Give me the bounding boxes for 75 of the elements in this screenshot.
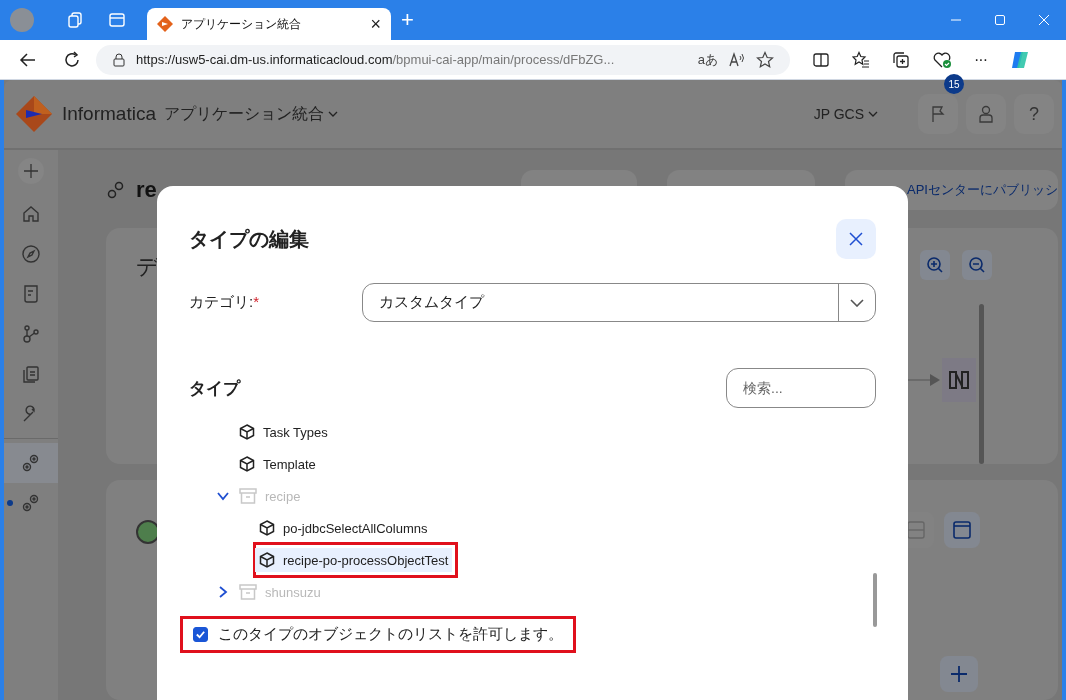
collections-icon[interactable] xyxy=(892,50,910,69)
favorite-star-icon[interactable] xyxy=(756,50,774,69)
new-tab-button[interactable]: + xyxy=(401,7,414,33)
translate-button[interactable]: aあ xyxy=(697,50,718,69)
informatica-logo-icon xyxy=(157,16,173,32)
workspaces-icon[interactable] xyxy=(66,11,84,29)
cube-icon xyxy=(239,424,255,440)
category-dropdown[interactable]: カスタムタイプ xyxy=(362,283,876,322)
address-field[interactable]: https://usw5-cai.dm-us.informaticacloud.com/bpmui-cai-app/main/process/dFbZG... aあ xyxy=(96,44,790,75)
chevron-down-icon xyxy=(328,111,338,117)
archive-box-icon xyxy=(239,487,257,505)
brand-name: Informatica xyxy=(62,103,156,125)
close-icon[interactable] xyxy=(1038,14,1050,26)
chevron-down-icon[interactable] xyxy=(217,490,229,502)
maximize-icon[interactable] xyxy=(994,14,1006,26)
start-node xyxy=(136,520,160,544)
org-switcher[interactable]: JP GCS xyxy=(813,106,878,122)
chevron-down-icon xyxy=(868,111,878,117)
read-aloud-icon[interactable] xyxy=(728,50,746,69)
type-item[interactable]: recipe-po-processObjectTest xyxy=(255,548,453,572)
product-switcher[interactable]: アプリケーション統合 xyxy=(164,103,338,125)
checkmark-icon xyxy=(195,629,206,640)
notifications-button[interactable] xyxy=(918,94,958,134)
archive-box-icon xyxy=(239,583,257,601)
graph-icon xyxy=(21,324,41,344)
sidebar-item[interactable] xyxy=(4,443,58,483)
cube-icon xyxy=(239,456,255,472)
process-title: re xyxy=(136,177,157,203)
dialog-title: タイプの編集 xyxy=(189,226,309,252)
favorites-icon[interactable] xyxy=(852,50,870,69)
document-icon xyxy=(21,284,41,304)
split-screen-icon[interactable] xyxy=(812,50,830,69)
home-icon xyxy=(21,204,41,224)
gears-icon xyxy=(21,453,41,473)
cube-icon xyxy=(259,552,275,568)
tab-actions-icon[interactable] xyxy=(108,11,126,29)
informatica-logo-icon xyxy=(16,96,52,132)
category-label: カテゴリ:* xyxy=(189,293,259,312)
tab-title: アプリケーション統合 xyxy=(181,15,302,33)
zoom-out-icon[interactable] xyxy=(962,250,992,280)
flag-icon xyxy=(930,105,946,123)
library-icon xyxy=(21,364,41,384)
more-menu-button[interactable]: ··· xyxy=(974,50,987,69)
type-label: タイプ xyxy=(189,377,240,400)
tab-close-button[interactable]: × xyxy=(370,13,381,35)
user-button[interactable] xyxy=(966,94,1006,134)
scrollbar[interactable] xyxy=(873,573,877,627)
process-node-icon xyxy=(942,358,976,402)
search-field[interactable]: 検索... xyxy=(726,368,876,408)
process-gears-icon xyxy=(106,180,126,200)
url-text: https://usw5-cai.dm-us.informaticacloud.com/bpmui-cai-app/main/process/dFbZG... xyxy=(136,52,616,67)
close-button[interactable] xyxy=(836,219,876,259)
add-icon[interactable] xyxy=(18,158,44,184)
type-item[interactable]: po-jdbcSelectAllColumns xyxy=(259,516,432,540)
chevron-right-icon[interactable] xyxy=(217,586,229,598)
add-icon[interactable] xyxy=(940,656,978,692)
panel-view-icon[interactable] xyxy=(944,512,980,548)
zoom-in-icon[interactable] xyxy=(920,250,950,280)
type-item[interactable]: Template xyxy=(239,452,320,476)
gears-icon xyxy=(21,493,41,513)
lock-icon xyxy=(112,52,126,67)
refresh-icon[interactable] xyxy=(62,49,82,70)
checkbox-label: このタイプのオブジェクトのリストを許可します。 xyxy=(218,625,563,644)
type-item[interactable]: Task Types xyxy=(239,420,332,444)
scrollbar[interactable] xyxy=(979,304,984,464)
notification-count: 15 xyxy=(944,74,964,94)
user-icon xyxy=(978,105,994,123)
close-icon xyxy=(849,232,863,246)
allow-list-checkbox[interactable] xyxy=(193,627,208,642)
chevron-down-icon xyxy=(850,298,864,307)
cube-icon xyxy=(259,520,275,536)
compass-icon xyxy=(21,244,41,264)
health-heart-icon[interactable] xyxy=(932,50,952,69)
browser-tab[interactable]: アプリケーション統合 × xyxy=(147,8,391,40)
panel-title: デ xyxy=(136,254,159,279)
